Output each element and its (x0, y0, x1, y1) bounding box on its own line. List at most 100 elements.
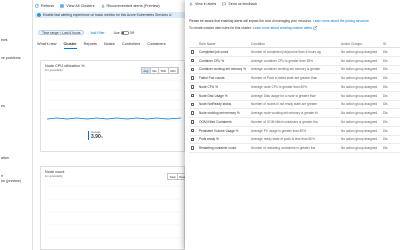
table-row[interactable]: OOM Killed Containers Number of OOM kille… (189, 118, 400, 127)
table-row[interactable]: Container CPU % Average container CPU is … (189, 57, 400, 66)
tab-cluster[interactable]: Cluster (63, 42, 77, 49)
sidebar-item-resources[interactable]: es (1, 104, 5, 108)
sidebar-item-label: tor (preview) (1, 179, 21, 183)
row-checkbox[interactable] (191, 67, 195, 72)
segment-50th[interactable]: 50th (159, 68, 169, 73)
rule-name-cell: Node working set memory % (189, 111, 251, 115)
row-checkbox[interactable] (191, 111, 195, 115)
row-checkbox[interactable] (191, 128, 195, 133)
column-label: Condition (251, 41, 265, 46)
rule-status: Dis (383, 137, 388, 142)
refresh-button[interactable]: Refresh (35, 4, 54, 8)
sidebar-item-label: es (1, 104, 5, 108)
column-rule-name[interactable]: Rule Name (189, 42, 251, 46)
rule-condition: Average PV usage is greater than 80% (251, 128, 307, 133)
feedback-icon (222, 2, 227, 6)
left-nav-sidebar: ews ve problems es ation rt tor (preview… (0, 0, 33, 250)
rule-condition: Average node CPU is greater than 80% (251, 84, 307, 89)
table-row[interactable]: Failed Pod counts Number of Pods in faile… (189, 74, 400, 83)
sidebar-item-automation[interactable]: ation (1, 156, 9, 160)
rule-status: Dis (383, 119, 388, 124)
rule-condition: Average ready state of pods is less than… (251, 137, 315, 142)
column-label: St (383, 41, 387, 46)
segment-min[interactable]: Min (151, 68, 160, 73)
send-feedback-button[interactable]: Send us feedback (222, 2, 257, 6)
recommended-alerts-button[interactable]: Recommended alerts (Preview) (100, 4, 160, 8)
rule-name: OOM Killed Containers (199, 119, 232, 124)
view-in-alerts-label: View in alerts (195, 2, 217, 6)
cost-notice: Please be aware that enabling alerts wil… (189, 19, 369, 23)
view-all-clusters-button[interactable]: View All Clusters (60, 4, 95, 8)
view-all-clusters-label: View All Clusters (66, 4, 95, 8)
row-checkbox[interactable] (191, 85, 195, 89)
row-checkbox[interactable] (191, 93, 195, 98)
segment-90th[interactable]: 90th (169, 68, 179, 73)
table-row[interactable]: Completed job count Number of completed j… (189, 48, 400, 57)
toggle-switch-icon (120, 30, 129, 35)
table-row[interactable]: Node NotReady status Number of nodes in n… (189, 101, 400, 110)
rule-action-group: No action group assigned (341, 119, 378, 124)
table-row[interactable]: Persistent Volume Usage % Average PV usag… (189, 127, 400, 136)
rule-name-cell: Node NotReady status (189, 102, 251, 106)
external-link-icon (313, 26, 317, 30)
tab-strip: What's new Cluster Reports Nodes Control… (37, 42, 166, 49)
rule-name-cell: Pods ready % (189, 137, 251, 141)
cpu-legend: Average 3.90% (88, 131, 103, 140)
column-status[interactable]: St (383, 42, 400, 46)
add-filter-button[interactable]: Add Filter (87, 30, 108, 35)
rule-action-group: No action group assigned (341, 137, 378, 142)
sidebar-item-monitor-preview[interactable]: tor (preview) (1, 179, 21, 183)
segment-total[interactable]: Total (168, 174, 178, 179)
tab-nodes[interactable]: Nodes (104, 42, 115, 49)
row-checkbox[interactable] (191, 137, 195, 142)
row-checkbox[interactable] (191, 50, 195, 54)
table-header: Rule Name Condition Action Groups St (189, 40, 400, 48)
table-row[interactable]: Node Disk Usage % Average Disk usage for … (189, 92, 400, 101)
rule-name: Container CPU % (199, 58, 225, 63)
sidebar-item-problems[interactable]: ve problems (1, 56, 21, 60)
tab-containers[interactable]: Containers (147, 42, 165, 49)
row-checkbox[interactable] (191, 146, 195, 150)
pricing-link[interactable]: Learn more about the pricing structure (313, 19, 369, 23)
rule-status: Dis (383, 84, 388, 89)
live-toggle[interactable]: Live Off (110, 30, 137, 35)
rule-name: Node CPU % (199, 84, 218, 89)
card-subtitle: 1m granularity (45, 68, 63, 72)
sidebar-item-label: rt (1, 174, 4, 178)
tab-whats-new[interactable]: What's new (37, 42, 57, 49)
table-row[interactable]: Pods ready % Average ready state of pods … (189, 136, 400, 145)
custom-alerts-link[interactable]: Learn more about creating custom alerts (253, 26, 312, 30)
rule-name: Node Disk Usage % (199, 93, 228, 98)
recommended-alerts-label: Recommended alerts (Preview) (106, 4, 160, 8)
sidebar-item-support[interactable]: rt (1, 174, 3, 178)
row-checkbox[interactable] (191, 102, 195, 107)
rule-status: Dis (383, 76, 388, 81)
bell-icon (189, 2, 193, 6)
tab-controllers[interactable]: Controllers (122, 42, 140, 49)
table-row[interactable]: Node working set memory % Average node wo… (189, 109, 400, 118)
card-subtitle: 1m granularity (45, 174, 63, 178)
rule-name: Container working set memory % (199, 67, 246, 72)
rule-condition: Average container CPU is greater than 95… (251, 58, 313, 63)
column-condition[interactable]: Condition (251, 42, 341, 46)
row-checkbox[interactable] (191, 76, 195, 80)
rule-name-cell: Persistent Volume Usage % (189, 129, 251, 133)
table-row[interactable]: Restarting container count Number of rest… (189, 144, 400, 153)
custom-alert-notice: To create custom alert rules for this cl… (189, 26, 317, 30)
segment-avg[interactable]: Avg (142, 68, 151, 73)
column-action-groups[interactable]: Action Groups (341, 42, 383, 46)
add-filter-label: Add Filter (90, 30, 105, 35)
table-row[interactable]: Node CPU % Average node CPU is greater th… (189, 83, 400, 92)
tab-reports[interactable]: Reports (84, 42, 97, 49)
rule-action-group: No action group assigned (341, 76, 378, 81)
time-range-pill[interactable]: Time range = Last 6 hours (38, 30, 85, 35)
rule-action-group: No action group assigned (341, 111, 378, 116)
row-checkbox[interactable] (191, 58, 195, 63)
rule-name-cell: Container working set memory % (189, 67, 251, 71)
table-row[interactable]: Container working set memory % Average co… (189, 66, 400, 75)
filter-bar: Time range = Last 6 hours Add Filter Liv… (38, 30, 137, 35)
sidebar-item-overviews[interactable]: ews (1, 38, 7, 42)
rule-condition: Number of Pods in failed state are great… (251, 76, 318, 81)
view-in-alerts-button[interactable]: View in alerts (189, 2, 216, 6)
row-checkbox[interactable] (191, 120, 195, 124)
